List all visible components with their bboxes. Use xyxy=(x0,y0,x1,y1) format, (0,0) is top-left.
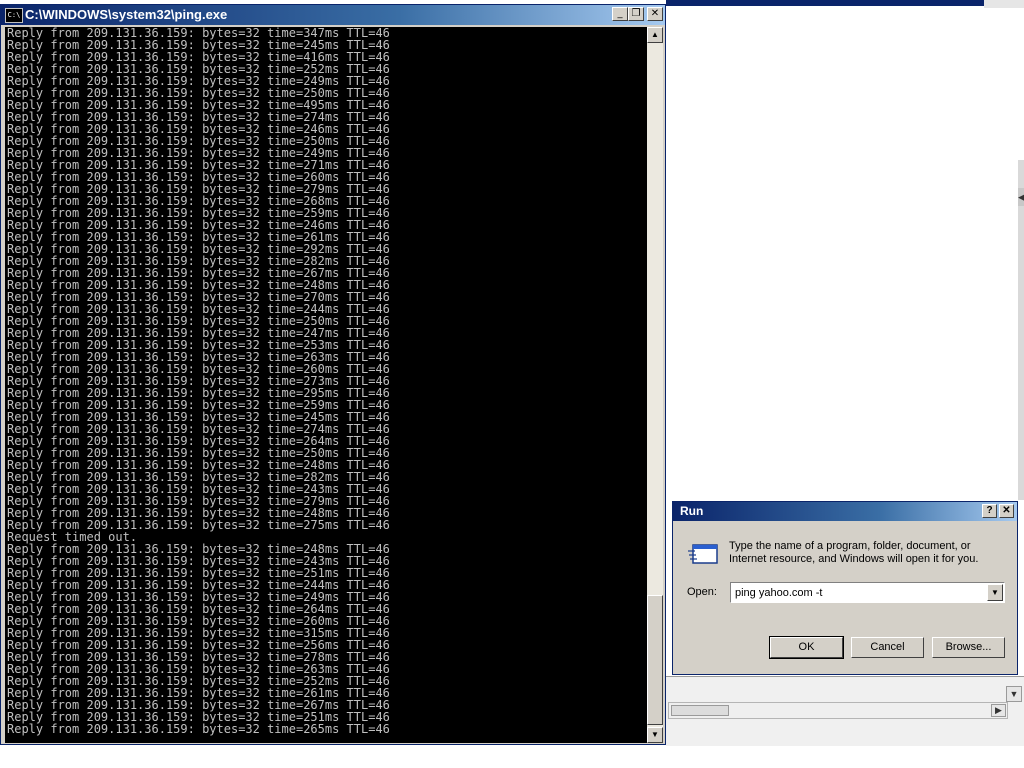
background-window-vertical-scrollbar[interactable] xyxy=(1018,160,1024,500)
scroll-down-arrow-icon[interactable]: ▼ xyxy=(647,727,663,743)
close-button[interactable]: ✕ xyxy=(647,7,663,21)
console-scrollbar-thumb[interactable] xyxy=(647,595,663,725)
run-description: Type the name of a program, folder, docu… xyxy=(729,540,979,565)
horizontal-scrollbar-thumb[interactable] xyxy=(671,705,729,716)
background-window-titlebar xyxy=(666,0,1024,6)
run-dialog-titlebar[interactable]: Run ? ✕ xyxy=(673,502,1017,521)
cancel-button[interactable]: Cancel xyxy=(851,637,924,658)
open-label: Open: xyxy=(687,586,717,598)
browse-button[interactable]: Browse... xyxy=(932,637,1005,658)
restore-button[interactable]: ❐ xyxy=(628,7,644,21)
background-window-caption-buttons[interactable] xyxy=(984,0,1024,8)
scroll-right-arrow-icon[interactable]: ▶ xyxy=(991,704,1006,717)
help-button[interactable]: ? xyxy=(982,504,997,518)
run-dialog-title: Run xyxy=(680,504,704,518)
scroll-down-arrow-icon[interactable]: ▼ xyxy=(1006,686,1022,702)
scroll-up-arrow-icon[interactable]: ▲ xyxy=(647,27,663,43)
background-window-horizontal-scrollbar[interactable]: ▶ xyxy=(668,702,1008,719)
run-program-icon xyxy=(688,544,718,564)
run-dialog[interactable]: Run ? ✕ Type the name of a program, fold… xyxy=(672,501,1018,675)
chevron-down-icon[interactable]: ▼ xyxy=(987,584,1003,601)
console-lines: Reply from 209.131.36.159: bytes=32 time… xyxy=(5,27,647,735)
ok-button[interactable]: OK xyxy=(769,636,844,659)
console-window-title: C:\WINDOWS\system32\ping.exe xyxy=(25,7,228,22)
console-titlebar[interactable]: C:\ C:\WINDOWS\system32\ping.exe _ ❐ ✕ xyxy=(1,5,665,25)
run-close-button[interactable]: ✕ xyxy=(999,504,1014,518)
console-line: Reply from 209.131.36.159: bytes=32 time… xyxy=(7,722,390,736)
open-combobox[interactable]: ▼ xyxy=(730,582,1005,603)
console-vertical-scrollbar[interactable]: ▲ ▼ xyxy=(647,27,663,743)
console-window[interactable]: C:\ C:\WINDOWS\system32\ping.exe _ ❐ ✕ R… xyxy=(0,4,666,745)
console-app-icon[interactable]: C:\ xyxy=(5,8,23,23)
minimize-button[interactable]: _ xyxy=(612,7,628,21)
open-input[interactable] xyxy=(733,585,987,600)
scroll-left-arrow-icon[interactable]: ◀ xyxy=(1018,188,1024,206)
console-output[interactable]: Reply from 209.131.36.159: bytes=32 time… xyxy=(5,27,647,743)
